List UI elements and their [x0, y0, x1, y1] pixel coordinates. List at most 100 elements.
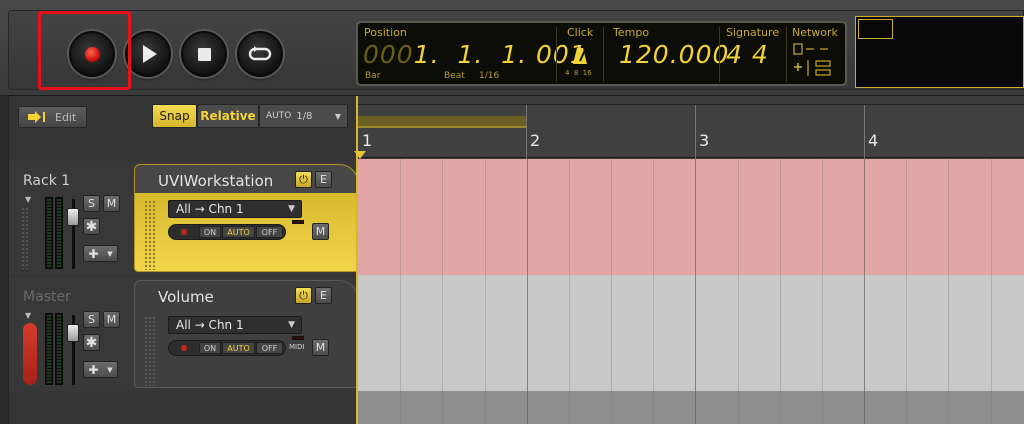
grid-line [611, 159, 613, 424]
midi-label: MIDI [289, 343, 305, 351]
add-device-button[interactable]: ✚ ▼ [83, 361, 118, 378]
arrangement-overview[interactable] [855, 16, 1024, 88]
auto-on-button[interactable]: ON [199, 226, 221, 238]
rack-title: Master [23, 289, 71, 305]
auto-mode-button[interactable]: AUTO [222, 342, 255, 354]
signature-value[interactable]: 4 4 [726, 40, 769, 69]
overview-viewport[interactable] [858, 19, 893, 39]
device-title: Volume [158, 288, 214, 306]
level-meter-left [45, 197, 53, 269]
network-icon[interactable] [792, 43, 840, 81]
ruler-bar-tick [695, 105, 696, 159]
transport-bar: Position 0001. 1. 1. 001 Bar Beat 1/16 C… [0, 0, 1024, 96]
stop-button[interactable] [181, 31, 227, 77]
beat-division: 1/16 [479, 71, 500, 81]
grid-line [864, 159, 866, 424]
ruler-bar-tick [526, 105, 527, 159]
record-highlight-box [38, 11, 131, 90]
loop-region[interactable] [358, 116, 526, 128]
relative-toggle[interactable]: Relative [197, 104, 259, 128]
grid-line [948, 159, 950, 424]
metronome-icon[interactable] [572, 47, 588, 65]
playhead-marker[interactable] [354, 151, 366, 159]
transport-display: Position 0001. 1. 1. 001 Bar Beat 1/16 C… [356, 21, 847, 86]
rack-1: Rack 1 ▼ S M ✱ ✚ ▼ UVIWorkstation ⏻ E All… [9, 161, 359, 275]
auto-off-button[interactable]: OFF [256, 226, 283, 238]
midi-channel-select[interactable]: All → Chn 1 ▼ [168, 200, 302, 218]
automation-switch[interactable]: ON AUTO OFF [168, 340, 286, 356]
device-drag-handle[interactable] [144, 200, 156, 270]
lcd-separator [719, 27, 720, 82]
position-dim-digits: 000 [363, 40, 414, 69]
solo-button[interactable]: S [83, 195, 100, 212]
arrangement-timeline[interactable]: 1 2 3 4 [354, 96, 1024, 424]
midi-channel-select[interactable]: All → Chn 1 ▼ [168, 316, 302, 334]
asterisk-icon[interactable]: ✱ [83, 218, 100, 235]
quantize-label: AUTO [266, 111, 292, 121]
midi-activity-led [292, 336, 304, 340]
device-mute-button[interactable]: M [312, 339, 329, 356]
play-button[interactable] [125, 31, 171, 77]
track-lane-rack-1[interactable] [358, 159, 1024, 275]
position-readout[interactable]: 0001. 1. 1. 001 [363, 40, 587, 69]
ruler-bar-tick [864, 105, 865, 159]
auto-mode-button[interactable]: AUTO [222, 226, 255, 238]
device-volume: Volume ⏻ E All → Chn 1 ▼ ON AUTO OFF MID… [134, 280, 359, 388]
grid-line [906, 159, 908, 424]
lcd-separator [603, 27, 604, 82]
level-meter-right [55, 313, 63, 385]
power-icon[interactable]: ⏻ [295, 171, 312, 188]
mute-button[interactable]: M [103, 311, 120, 328]
device-mute-button[interactable]: M [312, 223, 329, 240]
snap-toggle[interactable]: Snap [152, 104, 197, 128]
volume-fader[interactable] [67, 324, 79, 342]
editor-button[interactable]: E [315, 171, 332, 188]
edit-label: Edit [55, 110, 77, 124]
track-lane-empty[interactable] [358, 391, 1024, 424]
device-title: UVIWorkstation [158, 172, 274, 190]
chevron-down-icon: ▼ [288, 320, 295, 330]
grid-line [779, 159, 781, 424]
solo-button[interactable]: S [83, 311, 100, 328]
chevron-down-icon: ▼ [107, 365, 113, 374]
device-drag-handle[interactable] [144, 316, 156, 386]
chevron-down-icon: ▼ [334, 111, 341, 121]
edit-button[interactable]: Edit [18, 106, 87, 128]
tempo-value[interactable]: 120.000 [619, 40, 729, 69]
editor-button[interactable]: E [315, 287, 332, 304]
clip-indicator[interactable] [23, 323, 37, 385]
grid-line [442, 159, 444, 424]
mute-button[interactable]: M [103, 195, 120, 212]
collapse-arrow-icon[interactable]: ▼ [25, 311, 31, 320]
rack-drag-handle[interactable] [21, 207, 29, 269]
bar-number: 1 [362, 131, 373, 150]
click-label: Click [567, 26, 594, 39]
volume-fader[interactable] [67, 208, 79, 226]
bar-number: 2 [530, 131, 541, 150]
grid-line [695, 159, 697, 424]
lcd-separator [556, 27, 557, 82]
midi-channel-value: All → Chn 1 [176, 202, 244, 216]
stop-icon [197, 47, 211, 61]
grid-line [568, 159, 570, 424]
collapse-arrow-icon[interactable]: ▼ [25, 195, 31, 204]
click-options: 4 8 16 [565, 69, 592, 77]
device-uviworkstation: UVIWorkstation ⏻ E All → Chn 1 ▼ ON AUTO… [134, 164, 359, 272]
auto-off-button[interactable]: OFF [256, 342, 283, 354]
bar-ruler[interactable]: 1 2 3 4 [354, 104, 1024, 159]
track-lane-master[interactable] [358, 275, 1024, 391]
level-meter-left [45, 313, 53, 385]
add-device-button[interactable]: ✚ ▼ [83, 245, 118, 262]
loop-button[interactable] [237, 31, 283, 77]
midi-activity-led [292, 220, 304, 224]
quantize-value: 1/8 [296, 110, 313, 122]
tempo-label: Tempo [613, 26, 650, 39]
loop-icon [248, 46, 272, 61]
automation-switch[interactable]: ON AUTO OFF [168, 224, 286, 240]
midi-channel-value: All → Chn 1 [176, 318, 244, 332]
quantize-select[interactable]: AUTO 1/8 ▼ [259, 104, 348, 128]
asterisk-icon[interactable]: ✱ [83, 334, 100, 351]
level-meter-right [55, 197, 63, 269]
power-icon[interactable]: ⏻ [295, 287, 312, 304]
auto-on-button[interactable]: ON [199, 342, 221, 354]
